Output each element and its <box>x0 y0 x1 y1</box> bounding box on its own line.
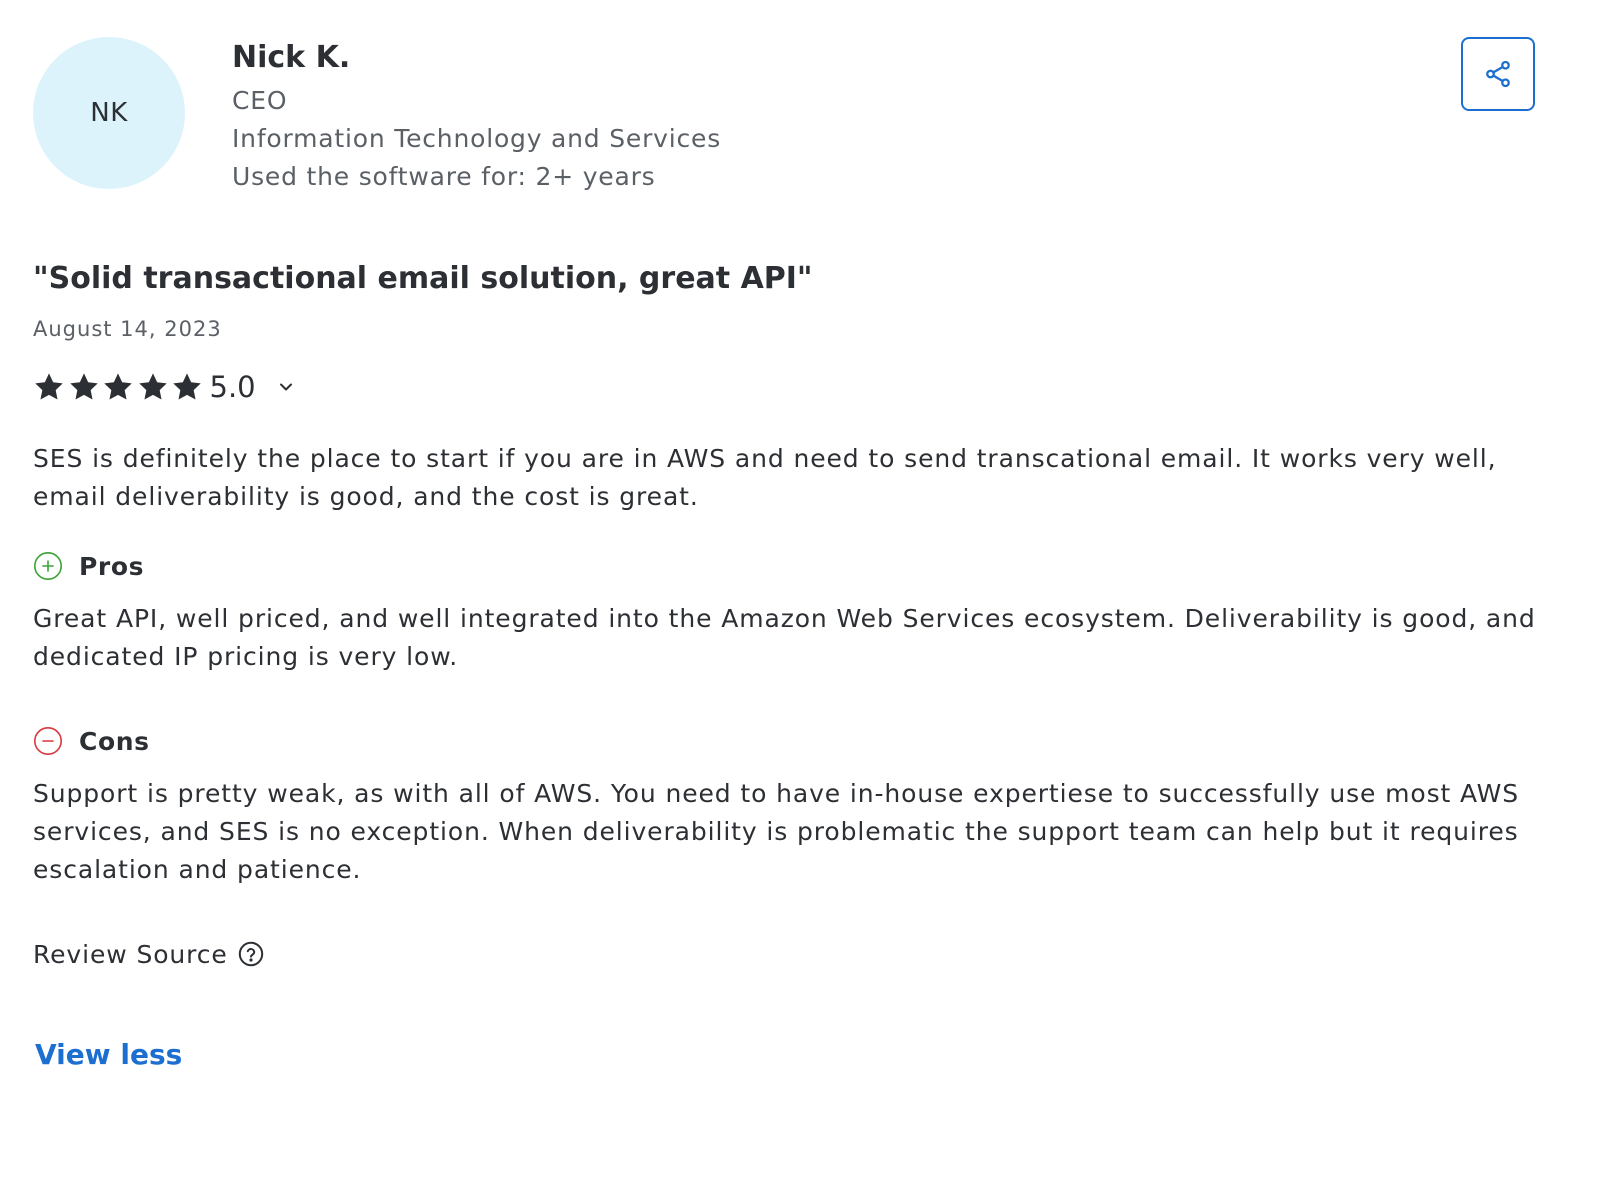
star-icon <box>69 373 98 400</box>
avatar: NK <box>33 37 185 189</box>
star-icon <box>104 373 132 400</box>
reviewer-usage-duration: Used the software for: 2+ years <box>232 162 656 191</box>
star-icon <box>138 373 167 400</box>
review-date: August 14, 2023 <box>33 317 222 341</box>
star-icon <box>173 373 201 400</box>
cons-text: Support is pretty weak, as with all of A… <box>33 779 1520 884</box>
plus-circle-icon <box>34 552 62 580</box>
rating-expand-button[interactable] <box>276 377 296 397</box>
avatar-initials: NK <box>90 98 128 128</box>
cons-label: Cons <box>79 726 150 756</box>
star-icon <box>35 373 63 400</box>
star-rating <box>33 371 206 403</box>
pros-heading: Pros <box>33 551 144 581</box>
review-source: Review Source <box>33 938 264 970</box>
rating-value: 5.0 <box>209 370 256 404</box>
view-less-link[interactable]: View less <box>35 1038 182 1071</box>
reviewer-name: Nick K. <box>232 40 351 75</box>
pros-label: Pros <box>79 551 145 581</box>
review-title: "Solid transactional email solution, gre… <box>33 261 813 296</box>
share-button[interactable] <box>1461 37 1535 111</box>
pros-text: Great API, well priced, and well integra… <box>33 604 1536 671</box>
reviewer-role: CEO <box>232 86 288 115</box>
rating-row: 5.0 <box>33 368 296 406</box>
reviewer-industry: Information Technology and Services <box>232 124 722 153</box>
minus-circle-icon <box>34 727 62 755</box>
question-circle-icon[interactable] <box>238 941 264 967</box>
chevron-down-icon <box>279 383 292 391</box>
review-summary: SES is definitely the place to start if … <box>33 444 1497 511</box>
review-source-label: Review Source <box>33 939 228 969</box>
cons-heading: Cons <box>33 726 150 756</box>
share-icon <box>1486 60 1510 88</box>
